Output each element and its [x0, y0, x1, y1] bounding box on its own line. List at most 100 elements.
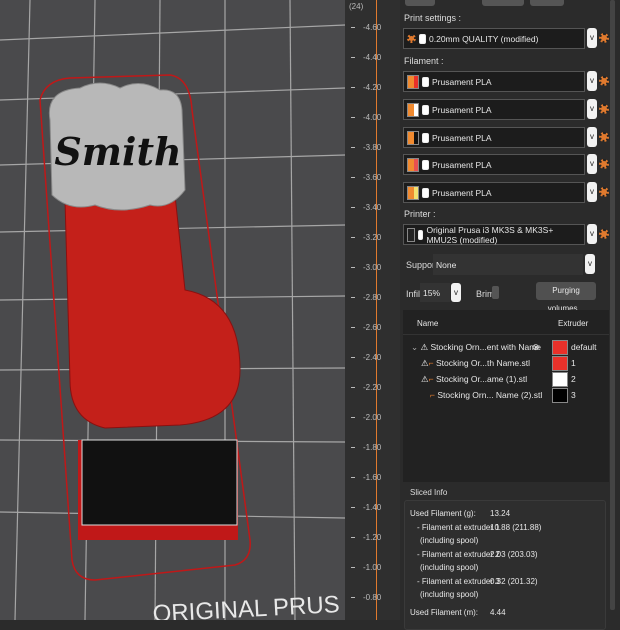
extruder-value[interactable]: 2: [571, 374, 576, 384]
filament-color-swatch: [407, 102, 419, 117]
brim-checkbox[interactable]: [492, 286, 499, 299]
filament-name: Prusament PLA: [432, 76, 492, 87]
edit-filament-icon[interactable]: [599, 76, 609, 86]
print-settings-combo[interactable]: 0.20mm QUALITY (modified): [403, 28, 585, 49]
info-key: (including spool): [420, 590, 479, 599]
object-name: Stocking Orn...ent with Name: [430, 342, 542, 352]
edit-preset-icon[interactable]: [599, 33, 609, 43]
simple-mode-button[interactable]: [405, 0, 435, 6]
chevron-down-icon[interactable]: v: [587, 99, 597, 119]
supports-combo[interactable]: None: [433, 254, 583, 275]
layer-tick: -2.80: [351, 293, 381, 302]
info-key: Used Filament (g):: [410, 509, 476, 518]
edit-filament-icon[interactable]: [599, 159, 609, 169]
info-key: (including spool): [420, 563, 479, 572]
chevron-down-icon[interactable]: v: [585, 254, 595, 274]
layer-tick: -2.40: [351, 353, 381, 362]
warning-icon: ⚠: [421, 358, 429, 368]
stocking-body: [64, 194, 241, 429]
layer-tick: -2.60: [351, 323, 381, 332]
extruder-color-swatch[interactable]: [552, 372, 568, 387]
extruder-value[interactable]: 1: [571, 358, 576, 368]
filament-name: Prusament PLA: [432, 159, 492, 170]
column-extruder[interactable]: Extruder: [558, 319, 588, 328]
layer-tick: -3.00: [351, 263, 381, 272]
lock-icon: [422, 104, 429, 115]
advanced-mode-button[interactable]: [482, 0, 524, 6]
filament-combo[interactable]: Prusament PLA: [403, 99, 585, 120]
tick-label: -1.80: [363, 443, 382, 452]
print-bed-scene: Smith ORIGINAL PRUS: [0, 0, 345, 620]
tick-label: -4.60: [363, 23, 382, 32]
printer-combo[interactable]: Original Prusa i3 MK3S & MK3S+ MMU2S (mo…: [403, 224, 585, 245]
filament-color-swatch: [407, 157, 419, 172]
layer-tick: -3.80: [351, 143, 381, 152]
layer-tick: -3.60: [351, 173, 381, 182]
chevron-down-icon[interactable]: v: [587, 127, 597, 147]
tick-label: -3.80: [363, 143, 382, 152]
name-text: Smith: [54, 129, 181, 174]
info-value: 2.03 (203.03): [490, 549, 538, 559]
list-item[interactable]: ⚠⌐ Stocking Or...th Name.stl: [421, 358, 530, 369]
list-item[interactable]: ⌐ Stocking Orn... Name (2).stl: [430, 390, 542, 400]
chevron-down-icon[interactable]: v: [587, 224, 597, 244]
lock-icon: [422, 187, 429, 198]
layer-slider[interactable]: (24) -4.60 -4.40 -4.20 -4.00 -3.80 -3.60 -3.40…: [345, 0, 400, 620]
info-value: 0.32 (201.32): [490, 576, 538, 586]
edit-filament-icon[interactable]: [599, 132, 609, 142]
wipe-tower: [81, 439, 238, 526]
print-settings-value: 0.20mm QUALITY (modified): [429, 33, 539, 44]
extruder-color-swatch[interactable]: [552, 388, 568, 403]
tick-label: -1.40: [363, 503, 382, 512]
extruder-value[interactable]: 3: [571, 390, 576, 400]
info-value: 10.88 (211.88): [490, 522, 542, 532]
3d-viewport[interactable]: Smith ORIGINAL PRUS: [0, 0, 345, 620]
filament-name: Prusament PLA: [432, 104, 492, 115]
settings-icon: [407, 34, 416, 43]
chevron-down-icon[interactable]: v: [587, 154, 597, 174]
extruder-color-swatch[interactable]: [552, 356, 568, 371]
purging-volumes-button[interactable]: Purging volumes...: [536, 282, 596, 313]
extruder-color-swatch[interactable]: [552, 340, 568, 355]
layer-tick: -3.20: [351, 233, 381, 242]
chevron-down-icon[interactable]: v: [451, 283, 461, 302]
tick-label: -0.80: [363, 593, 382, 602]
list-item[interactable]: ⚠⌐ Stocking Or...ame (1).stl: [421, 374, 527, 385]
printer-icon: [407, 227, 415, 242]
chevron-down-icon[interactable]: v: [587, 182, 597, 202]
filament-combo[interactable]: Prusament PLA: [403, 127, 585, 148]
layer-tick: -1.40: [351, 503, 381, 512]
filament-color-swatch: [407, 130, 419, 145]
tick-label: -4.40: [363, 53, 382, 62]
settings-icon[interactable]: ⊗: [532, 342, 540, 353]
extruder-value[interactable]: default: [571, 342, 597, 352]
chevron-down-icon[interactable]: v: [587, 28, 597, 48]
layer-tick: -4.20: [351, 83, 381, 92]
tick-label: -3.40: [363, 203, 382, 212]
info-key: - Filament at extruder 3: [417, 576, 500, 586]
filament-name: Prusament PLA: [432, 132, 492, 143]
edit-printer-icon[interactable]: [599, 229, 609, 239]
column-name[interactable]: Name: [417, 319, 438, 328]
sliced-info-box: Used Filament (g): 13.24 - Filament at ext…: [404, 500, 606, 630]
filament-combo[interactable]: Prusament PLA: [403, 182, 585, 203]
filament-name: Prusament PLA: [432, 187, 492, 198]
object-list[interactable]: Name Extruder ⌄ ⚠ Stocking Orn...ent wit…: [403, 310, 609, 482]
infill-combo[interactable]: 15%: [420, 283, 450, 302]
supports-value: None: [436, 259, 457, 270]
layer-tick: -4.40: [351, 53, 381, 62]
info-value: 13.24: [490, 509, 511, 518]
expert-mode-button[interactable]: [530, 0, 564, 6]
chevron-down-icon[interactable]: v: [587, 71, 597, 91]
scrollbar[interactable]: [610, 0, 615, 610]
edit-filament-icon[interactable]: [599, 104, 609, 114]
filament-combo[interactable]: Prusament PLA: [403, 154, 585, 175]
list-item[interactable]: ⌄ ⚠ Stocking Orn...ent with Name: [411, 342, 541, 353]
filament-combo[interactable]: Prusament PLA: [403, 71, 585, 92]
object-list-header: Name Extruder: [403, 310, 609, 335]
edit-filament-icon[interactable]: [599, 187, 609, 197]
layer-slider-track[interactable]: [376, 0, 377, 620]
layer-tick: -2.20: [351, 383, 381, 392]
layer-tick: -2.00: [351, 413, 381, 422]
tick-label: -1.20: [363, 533, 382, 542]
